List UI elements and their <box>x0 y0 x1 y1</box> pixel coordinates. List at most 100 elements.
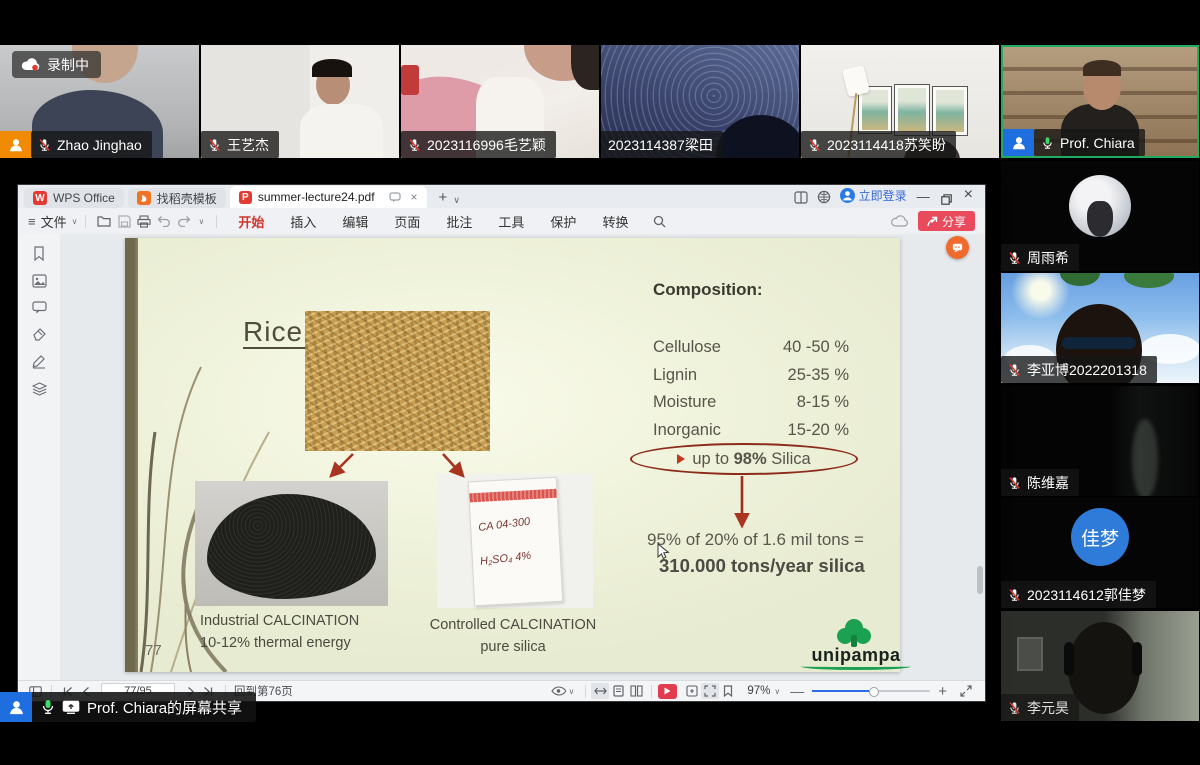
participant-nameplate: 周雨希 <box>1001 244 1079 271</box>
video-tile-guojiameng[interactable]: 佳梦 2023114612郭佳梦 <box>1001 498 1199 608</box>
zoom-slider[interactable] <box>812 690 930 692</box>
participant-head <box>1068 622 1140 714</box>
tab-label: summer-lecture24.pdf <box>258 190 375 204</box>
silica-highlight-ellipse: up to 98% Silica <box>630 443 858 475</box>
video-tile-zhao-jinghao[interactable]: 录制中 Zhao Jinghao <box>0 45 199 158</box>
participant-nameplate: 2023114418苏笑盼 <box>801 131 956 158</box>
avatar-badge <box>1003 129 1034 156</box>
ribbon-menu-bar: ≡ 文件 ∨ ∨ 开始 插入 编辑 页面 批注 工具 保护 转换 分享 <box>18 208 985 235</box>
menu-tab-page[interactable]: 页面 <box>394 212 420 231</box>
hamburger-icon: ≡ <box>28 214 36 229</box>
more-tools-chevron-icon[interactable]: ∨ <box>198 217 204 226</box>
mic-muted-icon <box>1008 476 1021 490</box>
participant-name: 2023114612郭佳梦 <box>1027 585 1146 605</box>
menu-tab-comment[interactable]: 批注 <box>446 212 472 231</box>
participant-nameplate: 2023114612郭佳梦 <box>1001 581 1156 608</box>
bookmark-icon[interactable] <box>32 246 46 261</box>
zoom-slider-thumb[interactable] <box>869 687 879 697</box>
zoom-in-button[interactable]: + <box>938 683 947 700</box>
zoom-out-button[interactable]: — <box>790 683 804 699</box>
split-view-icon[interactable] <box>794 191 808 204</box>
screen-share-indicator[interactable]: Prof. Chiara的屏幕共享 <box>0 692 256 722</box>
login-button[interactable]: 立即登录 <box>840 187 907 204</box>
video-tile-maoyiying[interactable]: 2023116996毛艺颖 <box>401 45 599 158</box>
menu-tab-insert[interactable]: 插入 <box>290 212 316 231</box>
menu-tab-edit[interactable]: 编辑 <box>342 212 368 231</box>
rice-husk-photo <box>305 311 490 451</box>
menu-tab-tools[interactable]: 工具 <box>498 212 524 231</box>
fit-screen-button[interactable] <box>701 683 719 699</box>
stamp-layers-icon[interactable] <box>32 382 47 396</box>
open-folder-button[interactable] <box>94 211 114 231</box>
video-tile-suxiaopan[interactable]: 2023114418苏笑盼 <box>801 45 999 158</box>
pen-annotate-icon[interactable] <box>32 354 46 369</box>
participant-hair <box>1083 60 1121 76</box>
mic-muted-icon <box>1008 588 1021 602</box>
participant-name: Prof. Chiara <box>1060 135 1135 151</box>
tab-docer-templates[interactable]: 找稻壳模板 <box>128 188 226 208</box>
undo-button[interactable] <box>154 211 174 231</box>
fullscreen-button[interactable] <box>957 683 975 699</box>
fit-width-button[interactable] <box>591 683 609 699</box>
file-menu[interactable]: ≡ 文件 ∨ <box>28 212 77 231</box>
highlight-tag-icon[interactable] <box>32 327 47 341</box>
wps-logo-icon: W <box>33 191 47 205</box>
tab-summer-lecture24-pdf[interactable]: P summer-lecture24.pdf × <box>230 186 427 208</box>
bag-handwritten-label: CA 04-300 <box>478 512 566 535</box>
mic-muted-icon <box>208 138 221 152</box>
share-button[interactable]: 分享 <box>918 211 975 231</box>
video-tile-prof-chiara-active-speaker[interactable]: Prof. Chiara <box>1001 45 1199 158</box>
participant-nameplate: 李亚博2022201318 <box>1001 356 1157 383</box>
minimize-button[interactable]: — <box>917 189 930 204</box>
restore-window-button[interactable] <box>941 194 952 205</box>
wps-assistant-badge[interactable] <box>946 236 969 259</box>
participant-name: 周雨希 <box>1027 248 1069 268</box>
save-button[interactable] <box>114 211 134 231</box>
menu-tab-convert[interactable]: 转换 <box>602 212 628 231</box>
composition-table: Cellulose40 -50 % Lignin25-35 % Moisture… <box>653 334 849 444</box>
two-page-view-button[interactable] <box>627 683 645 699</box>
video-tile-wangyijie[interactable]: 王艺杰 <box>201 45 399 158</box>
video-tile-liyuanhao[interactable]: 李元昊 <box>1001 611 1199 721</box>
play-slideshow-button[interactable] <box>658 684 677 699</box>
participant-name: 李亚博2022201318 <box>1027 360 1147 380</box>
participant-nameplate: 陈维嘉 <box>1001 469 1079 496</box>
comment-icon[interactable] <box>32 301 47 314</box>
tab-comment-icon[interactable] <box>389 192 401 203</box>
zoom-level-value[interactable]: 97% <box>747 685 770 697</box>
settings-globe-icon[interactable] <box>817 190 831 204</box>
file-menu-label: 文件 <box>41 212 67 231</box>
video-tile-chenweijia[interactable]: 陈维嘉 <box>1001 386 1199 496</box>
participant-name: 李元昊 <box>1027 698 1069 718</box>
participant-hair <box>312 59 352 77</box>
redo-button[interactable] <box>174 211 194 231</box>
search-icon[interactable] <box>649 211 669 231</box>
mic-muted-icon <box>1008 363 1021 377</box>
bookmark-flag-button[interactable] <box>719 683 737 699</box>
close-window-button[interactable]: × <box>964 186 973 204</box>
menu-tab-protect[interactable]: 保护 <box>550 212 576 231</box>
share-label: 分享 <box>942 213 966 230</box>
mic-muted-icon <box>1008 251 1021 265</box>
video-tile-liyabo[interactable]: 李亚博2022201318 <box>1001 273 1199 383</box>
tab-label: 找稻壳模板 <box>157 190 217 207</box>
print-button[interactable] <box>134 211 154 231</box>
calculation-line: 95% of 20% of 1.6 mil tons = <box>647 530 864 550</box>
dim-highlight <box>1132 419 1158 496</box>
single-page-view-button[interactable] <box>609 683 627 699</box>
video-tile-zhouyuxi[interactable]: 周雨希 <box>1001 161 1199 271</box>
fit-page-button[interactable] <box>683 683 701 699</box>
tab-list-chevron-icon[interactable]: ∨ <box>453 195 460 206</box>
read-mode-chevron-icon[interactable]: ∨ <box>568 687 574 696</box>
cloud-sync-icon[interactable] <box>890 211 910 231</box>
menu-tab-home[interactable]: 开始 <box>238 212 264 231</box>
read-mode-eye-icon[interactable] <box>549 683 567 699</box>
vertical-scrollbar[interactable] <box>977 566 983 594</box>
tab-close-icon[interactable]: × <box>411 190 418 204</box>
video-tile-liangtian[interactable]: 2023114387梁田 <box>601 45 799 158</box>
thumbnails-icon[interactable] <box>32 274 47 288</box>
zoom-chevron-icon[interactable]: ∨ <box>774 687 780 696</box>
mic-active-icon <box>1041 136 1054 150</box>
tab-wps-home[interactable]: W WPS Office <box>24 188 124 208</box>
new-tab-button[interactable]: + <box>439 189 448 206</box>
